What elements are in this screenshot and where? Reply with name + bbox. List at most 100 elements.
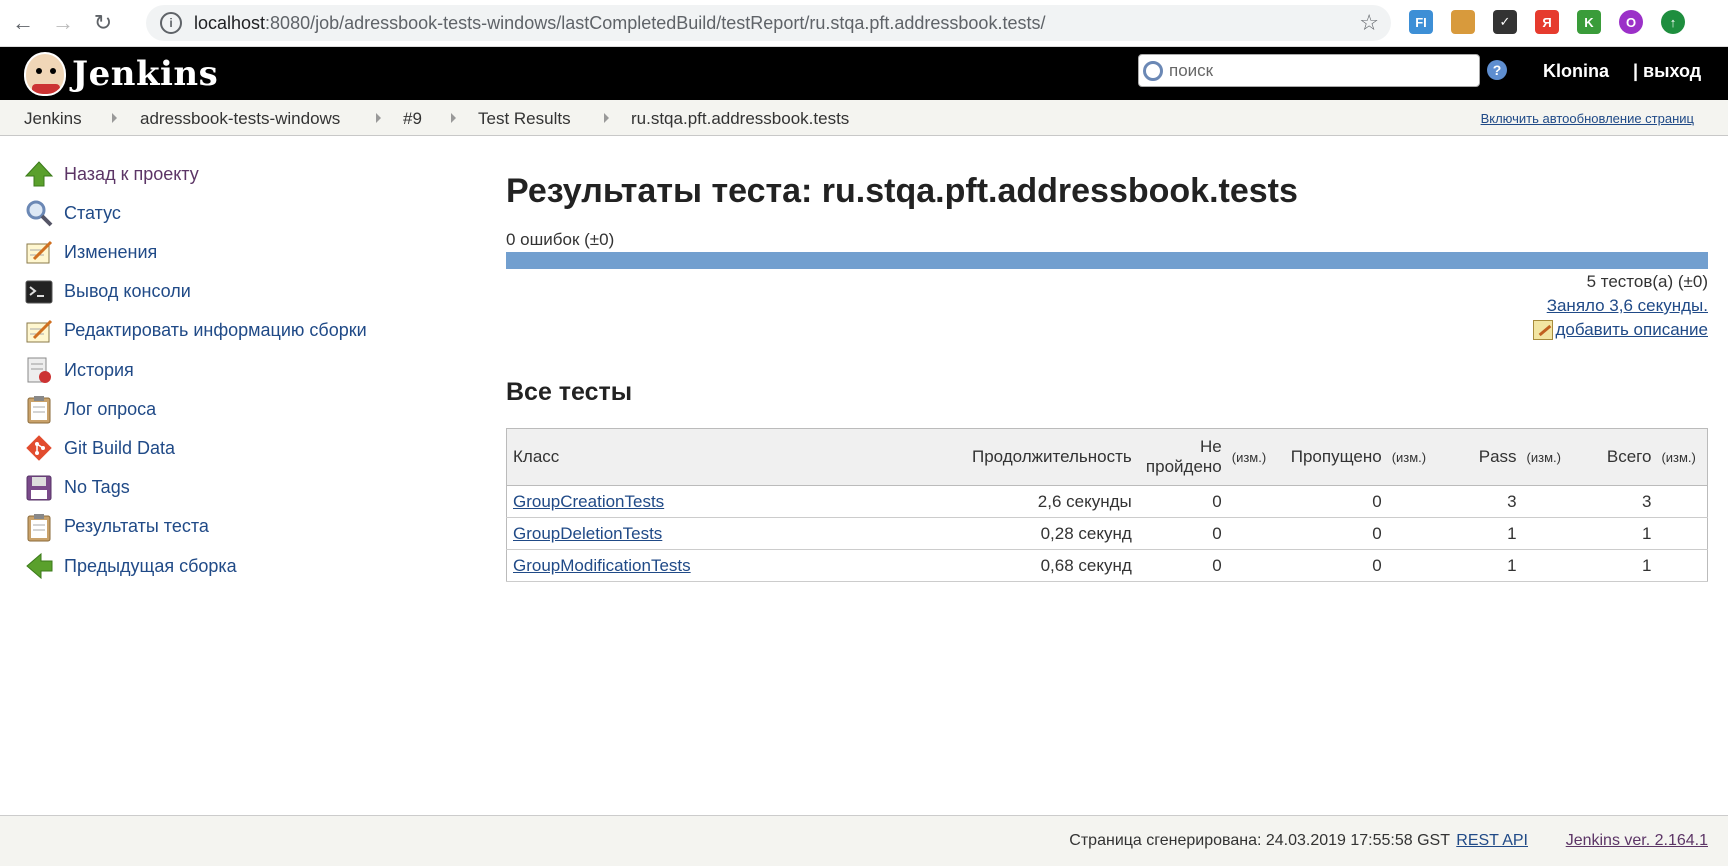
test-class-link[interactable]: GroupCreationTests — [513, 492, 664, 511]
profile-avatar-icon[interactable]: O — [1619, 10, 1643, 34]
update-icon[interactable]: ↑ — [1661, 10, 1685, 34]
failed-diff-cell — [1227, 485, 1278, 518]
site-info-icon[interactable]: i — [160, 12, 182, 34]
logout-link[interactable]: | выход — [1633, 61, 1701, 82]
failed-diff-cell — [1227, 517, 1278, 550]
fi-extension-icon[interactable]: FI — [1409, 10, 1433, 34]
breadcrumb: Jenkins adressbook-tests-windows #9 Test… — [0, 100, 1728, 136]
sidebar-item-4[interactable]: Вывод консоли — [24, 276, 191, 308]
user-link[interactable]: Klonina — [1543, 61, 1609, 82]
table-header-row: Класс Продолжительность Не пройдено (изм… — [506, 428, 1708, 486]
sidebar-item-5[interactable]: Редактировать информацию сборки — [24, 315, 367, 347]
sidebar-item-label: Редактировать информацию сборки — [64, 320, 367, 341]
page-footer: Страница сгенерирована: 24.03.2019 17:55… — [0, 815, 1728, 866]
yandex-extension-icon[interactable]: Я — [1535, 10, 1559, 34]
sidebar-item-3[interactable]: Изменения — [24, 236, 157, 268]
breadcrumb-test-results[interactable]: Test Results — [478, 109, 571, 129]
clipboard-icon — [24, 512, 54, 542]
total-diff-cell — [1657, 517, 1708, 550]
skipped-diff-cell — [1387, 549, 1438, 582]
class-link[interactable]: GroupModificationTests — [506, 549, 958, 582]
duration-link[interactable]: Заняло 3,6 секунды. — [1547, 296, 1708, 316]
git-icon — [24, 433, 54, 463]
pass-cell: 1 — [1437, 549, 1523, 582]
test-result-bar — [506, 252, 1708, 269]
header-skipped[interactable]: Пропущено — [1277, 428, 1388, 486]
breadcrumb-arrow-icon[interactable] — [112, 113, 117, 123]
forward-arrow-icon[interactable]: → — [46, 6, 80, 40]
rest-api-link[interactable]: REST API — [1456, 832, 1528, 850]
header-skipped-diff[interactable]: (изм.) — [1387, 428, 1438, 486]
breadcrumb-build[interactable]: #9 — [403, 109, 422, 129]
test-class-link[interactable]: GroupModificationTests — [513, 556, 691, 575]
address-bar[interactable]: i localhost:8080/job/adressbook-tests-wi… — [146, 5, 1391, 41]
total-cell: 1 — [1572, 549, 1658, 582]
add-description-link[interactable]: добавить описание — [1533, 320, 1708, 340]
skipped-cell: 0 — [1277, 485, 1388, 518]
sidebar-item-1[interactable]: Назад к проекту — [24, 158, 199, 190]
check-extension-icon[interactable]: ✓ — [1493, 10, 1517, 34]
duration-cell: 0,28 секунд — [957, 517, 1138, 550]
skipped-cell: 0 — [1277, 517, 1388, 550]
notepad-icon — [24, 316, 54, 346]
generated-timestamp: Страница сгенерирована: 24.03.2019 17:55… — [1069, 832, 1450, 849]
pass-cell: 1 — [1437, 517, 1523, 550]
total-cell: 3 — [1572, 485, 1658, 518]
breadcrumb-jenkins[interactable]: Jenkins — [24, 109, 82, 129]
breadcrumb-arrow-icon[interactable] — [376, 113, 381, 123]
duration-cell: 0,68 секунд — [957, 549, 1138, 582]
sidebar-item-7[interactable]: Лог опроса — [24, 393, 156, 425]
header-total[interactable]: Всего — [1572, 428, 1658, 486]
pass-diff-cell — [1522, 485, 1573, 518]
breadcrumb-job[interactable]: adressbook-tests-windows — [140, 109, 340, 129]
search-icon — [1143, 60, 1163, 81]
sidebar-item-8[interactable]: Git Build Data — [24, 432, 175, 464]
jenkins-butler-icon — [24, 52, 66, 96]
sidebar-item-label: Назад к проекту — [64, 163, 199, 184]
sidebar-item-10[interactable]: Результаты теста — [24, 511, 209, 543]
up-arrow-icon — [24, 159, 54, 189]
clipboard-icon — [24, 394, 54, 424]
breadcrumb-package[interactable]: ru.stqa.pft.addressbook.tests — [631, 109, 849, 129]
header-duration[interactable]: Продолжительность — [957, 428, 1138, 486]
sidebar-item-9[interactable]: No Tags — [24, 472, 130, 504]
pass-diff-cell — [1522, 549, 1573, 582]
left-arrow-icon — [24, 551, 54, 581]
pass-cell: 3 — [1437, 485, 1523, 518]
help-icon[interactable]: ? — [1487, 60, 1507, 80]
enable-autorefresh-link[interactable]: Включить автообновление страниц — [1481, 111, 1694, 126]
table-row: GroupDeletionTests 0,28 секунд 0 0 1 1 — [506, 517, 1708, 550]
cookie-extension-icon[interactable] — [1451, 10, 1475, 34]
total-cell: 1 — [1572, 517, 1658, 550]
header-pass-diff[interactable]: (изм.) — [1522, 428, 1573, 486]
class-link[interactable]: GroupCreationTests — [506, 485, 958, 518]
header-failed[interactable]: Не пройдено — [1137, 428, 1228, 486]
class-link[interactable]: GroupDeletionTests — [506, 517, 958, 550]
sidebar-item-label: Лог опроса — [64, 398, 157, 419]
total-diff-cell — [1657, 485, 1708, 518]
back-arrow-icon[interactable]: ← — [6, 6, 40, 40]
header-failed-diff[interactable]: (изм.) — [1227, 428, 1278, 486]
failed-cell: 0 — [1137, 485, 1228, 518]
search-input[interactable] — [1169, 60, 1469, 81]
header-pass[interactable]: Pass — [1437, 428, 1523, 486]
url-text[interactable]: localhost:8080/job/adressbook-tests-wind… — [194, 13, 1045, 34]
sidebar-item-2[interactable]: Статус — [24, 197, 121, 229]
sidebar-item-label: Результаты теста — [64, 516, 209, 537]
jenkins-version-link[interactable]: Jenkins ver. 2.164.1 — [1566, 832, 1708, 850]
skipped-cell: 0 — [1277, 549, 1388, 582]
header-class[interactable]: Класс — [506, 428, 958, 486]
test-class-link[interactable]: GroupDeletionTests — [513, 524, 662, 543]
sidebar-item-11[interactable]: Предыдущая сборка — [24, 550, 237, 582]
all-tests-heading: Все тесты — [506, 378, 633, 406]
reload-icon[interactable]: ↻ — [86, 6, 120, 40]
search-box[interactable] — [1138, 54, 1480, 87]
jenkins-logo[interactable]: Jenkins — [24, 52, 218, 96]
bookmark-star-icon[interactable]: ☆ — [1359, 10, 1379, 36]
header-total-diff[interactable]: (изм.) — [1657, 428, 1708, 486]
k-extension-icon[interactable]: K — [1577, 10, 1601, 34]
sidebar-item-label: Git Build Data — [64, 437, 176, 458]
breadcrumb-arrow-icon[interactable] — [451, 113, 456, 123]
breadcrumb-arrow-icon[interactable] — [604, 113, 609, 123]
sidebar-item-6[interactable]: История — [24, 354, 134, 386]
